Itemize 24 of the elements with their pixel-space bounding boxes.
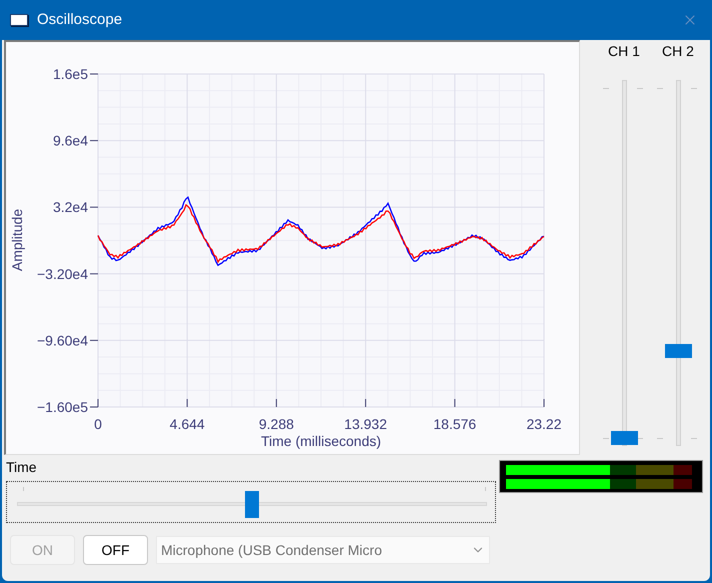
y-tick-label: 1.6e5 [52,66,88,82]
y-tick-label: −3.20e4 [37,266,88,282]
x-tick-label: 0 [94,416,102,432]
channel-label: CH 1 [608,42,640,60]
window-title: Oscilloscope [37,10,122,30]
toggle-button[interactable]: OFF [83,535,148,565]
y-axis-label: Amplitude [9,208,25,272]
slider-thumb[interactable] [611,431,638,445]
slider-thumb[interactable] [245,491,259,518]
slider-thumb[interactable] [665,344,692,358]
x-tick-label: 13.932 [344,416,388,432]
x-tick-label: 23.22 [526,416,562,432]
y-tick-label: −1.60e5 [37,399,88,415]
x-axis-label: Time (milliseconds) [260,433,382,449]
channel-label: CH 2 [662,42,694,60]
x-tick-label: 9.288 [258,416,294,432]
time-slider[interactable] [6,481,496,523]
x-tick-label: 4.644 [170,416,205,432]
y-tick-label: 9.6e4 [52,132,88,149]
y-tick-label: 3.2e4 [52,199,88,216]
window-icon [10,14,28,26]
time-label: Time [6,458,38,476]
x-tick-label: 18.576 [433,416,476,432]
y-tick-label: −9.60e4 [37,332,88,348]
